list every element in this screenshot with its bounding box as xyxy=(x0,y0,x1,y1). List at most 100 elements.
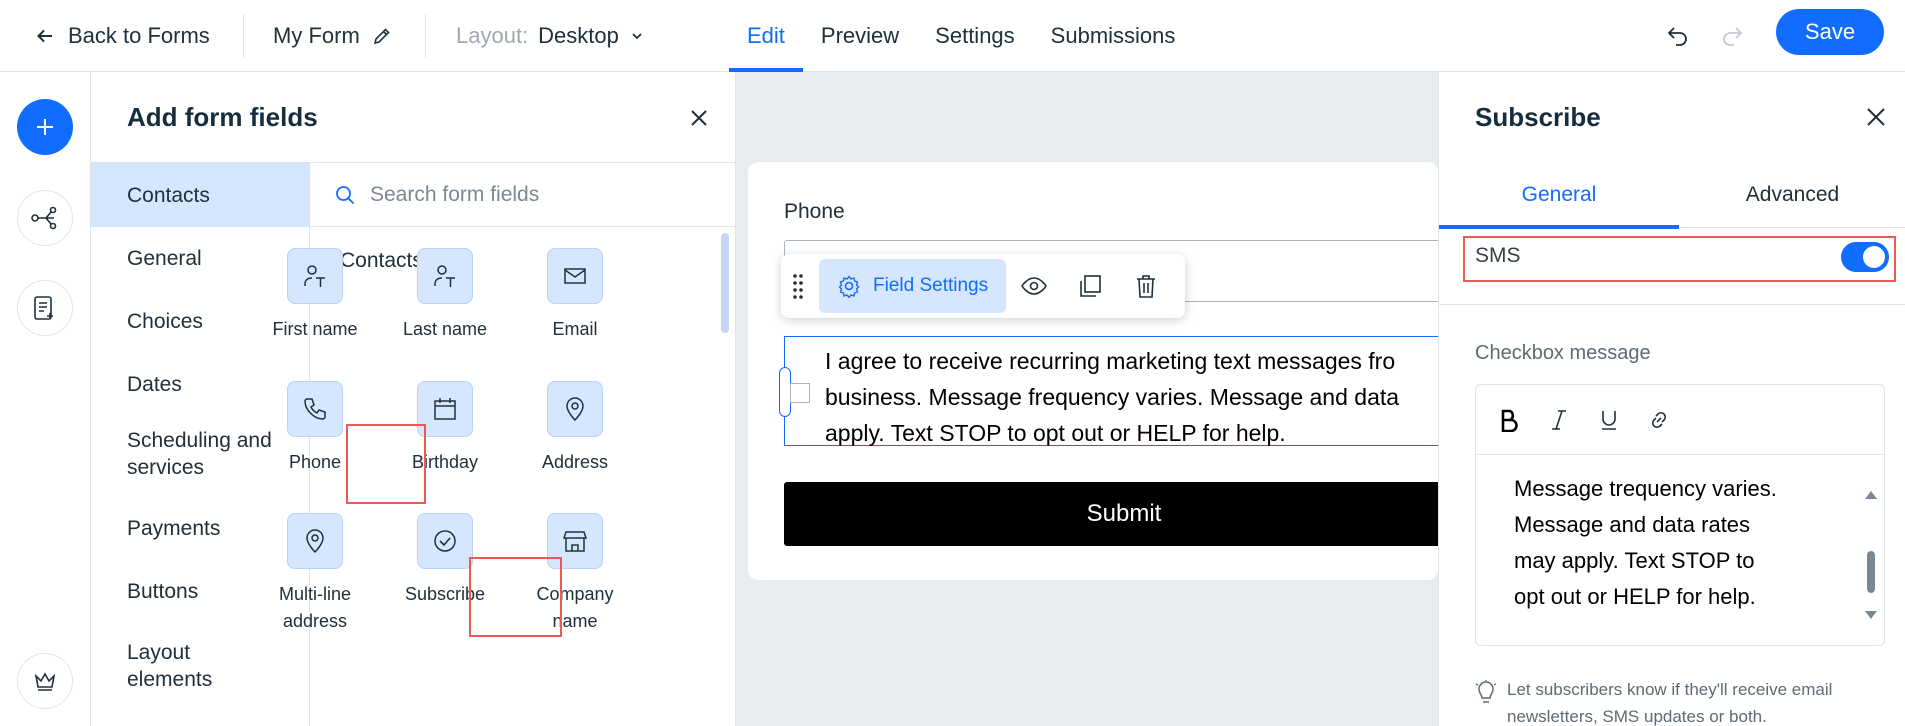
tab-general[interactable]: General xyxy=(1439,162,1679,229)
plus-icon xyxy=(37,119,53,135)
underline-icon xyxy=(1602,410,1616,430)
phone-field-label: Phone xyxy=(784,200,845,223)
consent-checkbox[interactable] xyxy=(790,383,810,403)
form-canvas: Phone I agree to receive recurring marke… xyxy=(748,162,1438,580)
tab-advanced[interactable]: Advanced xyxy=(1679,162,1905,228)
close-icon xyxy=(1867,108,1885,126)
consent-line: apply. Text STOP to opt out or HELP for … xyxy=(825,420,1286,446)
delete-field-button[interactable] xyxy=(1118,259,1174,313)
location-pin-icon xyxy=(287,513,343,569)
layout-label: Layout: xyxy=(456,23,529,48)
checkbox-message-label: Checkbox message xyxy=(1475,342,1651,364)
editor-line: opt out or HELP for help. xyxy=(1514,584,1756,609)
gear-icon xyxy=(838,275,860,298)
field-label: First name xyxy=(272,319,358,339)
field-label: Phone xyxy=(288,452,342,472)
redo-icon xyxy=(1723,27,1743,46)
tab-settings[interactable]: Settings xyxy=(917,0,1033,72)
chevron-down-icon xyxy=(632,33,642,40)
search-input[interactable] xyxy=(370,182,710,207)
editor-content[interactable]: Message trequency varies. Message and da… xyxy=(1514,471,1814,615)
pencil-icon[interactable] xyxy=(372,26,392,46)
duplicate-icon xyxy=(1080,275,1101,297)
field-email[interactable]: Email xyxy=(510,248,640,343)
field-address[interactable]: Address xyxy=(510,381,640,476)
drag-handle[interactable] xyxy=(781,271,815,301)
link-button[interactable] xyxy=(1634,398,1684,442)
undo-button[interactable] xyxy=(1658,16,1698,56)
panel-title: Add form fields xyxy=(127,102,318,132)
location-pin-icon xyxy=(547,381,603,437)
back-to-forms-link[interactable]: Back to Forms xyxy=(36,18,210,54)
check-circle-icon xyxy=(417,513,473,569)
form-name-label: My Form xyxy=(273,23,360,48)
redo-button[interactable] xyxy=(1712,16,1752,56)
layout-value: Desktop xyxy=(538,23,619,48)
sms-toggle[interactable] xyxy=(1841,242,1889,272)
editor-tabs: Edit Preview Settings Submissions xyxy=(729,0,1193,72)
field-label: Address xyxy=(541,452,609,472)
save-button[interactable]: Save xyxy=(1776,9,1884,55)
consent-text: I agree to receive recurring marketing t… xyxy=(825,343,1438,451)
field-last-name[interactable]: Last name xyxy=(380,248,510,343)
field-first-name[interactable]: First name xyxy=(250,248,380,343)
trash-icon xyxy=(1137,275,1156,298)
editor-line: Message trequency varies. xyxy=(1514,476,1777,501)
tab-edit[interactable]: Edit xyxy=(729,0,803,72)
subscribe-field[interactable]: I agree to receive recurring marketing t… xyxy=(779,336,1438,446)
checkbox-message-editor[interactable]: Message trequency varies. Message and da… xyxy=(1475,384,1885,646)
layout-selector[interactable]: Layout: Desktop xyxy=(456,18,645,54)
close-icon xyxy=(691,110,707,126)
tab-submissions[interactable]: Submissions xyxy=(1033,0,1194,72)
italic-icon xyxy=(1552,409,1566,430)
editor-toolbar xyxy=(1476,385,1884,455)
underline-button[interactable] xyxy=(1584,398,1634,442)
form-name[interactable]: My Form xyxy=(273,18,392,54)
phone-icon xyxy=(287,381,343,437)
field-label: Multi-line address xyxy=(278,584,352,631)
eye-icon xyxy=(1021,277,1048,295)
envelope-icon xyxy=(547,248,603,304)
field-multi-line-address[interactable]: Multi-line address xyxy=(250,513,380,635)
editor-line: Message and data rates xyxy=(1514,512,1751,537)
form-pages-button[interactable] xyxy=(17,280,73,336)
consent-line: business. Message frequency varies. Mess… xyxy=(825,384,1400,410)
close-settings-button[interactable] xyxy=(1859,100,1893,134)
connections-button[interactable] xyxy=(17,190,73,246)
close-panel-button[interactable] xyxy=(683,102,715,134)
tip-text: Let subscribers know if they'll receive … xyxy=(1507,676,1832,726)
divider xyxy=(1439,304,1905,305)
person-text-icon xyxy=(417,248,473,304)
arrow-left-icon xyxy=(37,29,52,43)
subscribe-settings-panel: Subscribe General Advanced SMS Checkbox … xyxy=(1438,72,1905,726)
field-settings-button[interactable]: Field Settings xyxy=(819,259,1007,313)
submit-button[interactable]: Submit xyxy=(784,482,1438,546)
sms-option-row: SMS xyxy=(1463,236,1896,282)
undo-icon xyxy=(1667,27,1687,46)
top-bar: Back to Forms My Form Layout: Desktop Ed… xyxy=(0,0,1905,72)
add-elements-button[interactable] xyxy=(17,99,73,155)
category-layout-elements[interactable]: Layout elements xyxy=(91,631,251,701)
bold-button[interactable] xyxy=(1484,398,1534,442)
left-rail xyxy=(0,72,91,726)
settings-tabs: General Advanced xyxy=(1439,162,1905,229)
category-contacts[interactable]: Contacts xyxy=(91,163,310,227)
phone-highlight xyxy=(346,424,426,504)
field-settings-label: Field Settings xyxy=(873,275,989,296)
italic-button[interactable] xyxy=(1534,398,1584,442)
tab-preview[interactable]: Preview xyxy=(803,0,917,72)
duplicate-field-button[interactable] xyxy=(1062,259,1118,313)
connections-icon xyxy=(31,206,57,230)
person-text-icon xyxy=(287,248,343,304)
bold-icon xyxy=(1501,409,1518,432)
upgrade-button[interactable] xyxy=(17,653,73,709)
lightbulb-icon xyxy=(1475,680,1497,703)
editor-scrollbar[interactable] xyxy=(1862,471,1880,631)
back-to-forms-label: Back to Forms xyxy=(68,23,210,48)
consent-line: I agree to receive recurring marketing t… xyxy=(825,348,1396,374)
scrollbar[interactable] xyxy=(721,233,729,333)
preview-field-button[interactable] xyxy=(1006,259,1062,313)
editor-line: may apply. Text STOP to xyxy=(1514,548,1755,573)
panel-title: Subscribe xyxy=(1475,102,1601,132)
form-list-icon xyxy=(34,296,53,320)
